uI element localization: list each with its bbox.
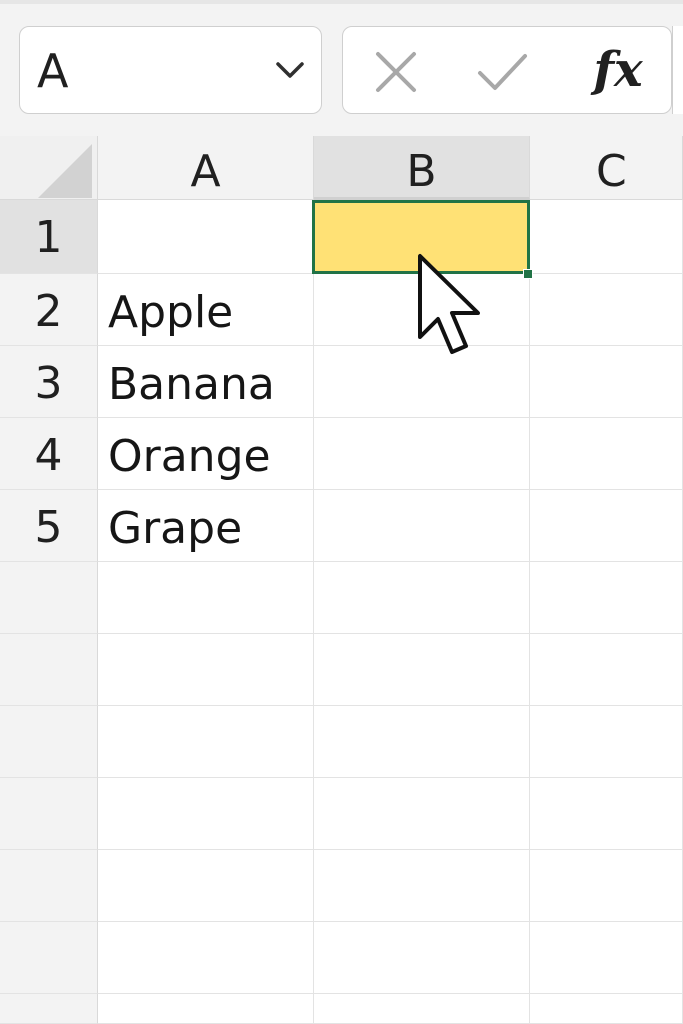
row-header-8[interactable] [0,706,98,778]
fill-handle[interactable] [523,269,533,279]
row-header-4[interactable]: 4 [0,418,98,490]
row-header-5[interactable]: 5 [0,490,98,562]
formula-bar: A fx [0,0,683,136]
mouse-pointer-icon [418,254,480,354]
spreadsheet-app: A fx A B C 1 2 3 4 5 Apple Banana Orange… [0,0,683,1024]
cell-a4[interactable]: Orange [98,418,314,490]
cell-a10[interactable] [98,850,314,922]
cell-c9[interactable] [530,778,683,850]
column-header-a[interactable]: A [98,136,314,200]
cell-c11[interactable] [530,922,683,994]
cell-b10[interactable] [314,850,530,922]
cell-a8[interactable] [98,706,314,778]
cell-a3[interactable]: Banana [98,346,314,418]
cell-a7[interactable] [98,634,314,706]
cell-c3[interactable] [530,346,683,418]
cell-a5[interactable]: Grape [98,490,314,562]
cell-c8[interactable] [530,706,683,778]
cell-a1[interactable] [98,200,314,274]
cell-a11[interactable] [98,922,314,994]
cell-a6[interactable] [98,562,314,634]
worksheet-grid: A B C 1 2 3 4 5 Apple Banana Orange Grap… [0,136,683,1024]
cell-a12[interactable] [98,994,314,1024]
cell-c7[interactable] [530,634,683,706]
row-header-12[interactable] [0,994,98,1024]
formula-input[interactable] [672,26,683,114]
cell-b9[interactable] [314,778,530,850]
cell-c6[interactable] [530,562,683,634]
name-box-value[interactable]: A [37,41,68,101]
cell-b4[interactable] [314,418,530,490]
cell-c12[interactable] [530,994,683,1024]
cell-a2[interactable]: Apple [98,274,314,346]
select-all-button[interactable] [0,136,98,200]
cell-c10[interactable] [530,850,683,922]
ribbon-edge [0,0,683,4]
cell-c1[interactable] [530,200,683,274]
row-header-7[interactable] [0,634,98,706]
row-header-11[interactable] [0,922,98,994]
cell-b6[interactable] [314,562,530,634]
formula-actions: fx [342,26,672,114]
row-header-2[interactable]: 2 [0,274,98,346]
cell-b11[interactable] [314,922,530,994]
column-header-b[interactable]: B [314,136,530,200]
cell-b7[interactable] [314,634,530,706]
cell-c4[interactable] [530,418,683,490]
row-header-1[interactable]: 1 [0,200,98,274]
chevron-down-icon[interactable] [273,57,307,83]
cell-a9[interactable] [98,778,314,850]
cell-c2[interactable] [530,274,683,346]
column-header-c[interactable]: C [530,136,683,200]
insert-function-button[interactable]: fx [583,37,653,103]
row-header-9[interactable] [0,778,98,850]
name-box[interactable]: A [19,26,322,114]
row-header-6[interactable] [0,562,98,634]
row-header-10[interactable] [0,850,98,922]
cell-b12[interactable] [314,994,530,1024]
cell-b8[interactable] [314,706,530,778]
cell-b5[interactable] [314,490,530,562]
cell-c5[interactable] [530,490,683,562]
close-icon[interactable] [369,45,423,99]
select-all-triangle-icon [38,144,92,198]
checkmark-icon[interactable] [475,45,529,99]
row-header-3[interactable]: 3 [0,346,98,418]
